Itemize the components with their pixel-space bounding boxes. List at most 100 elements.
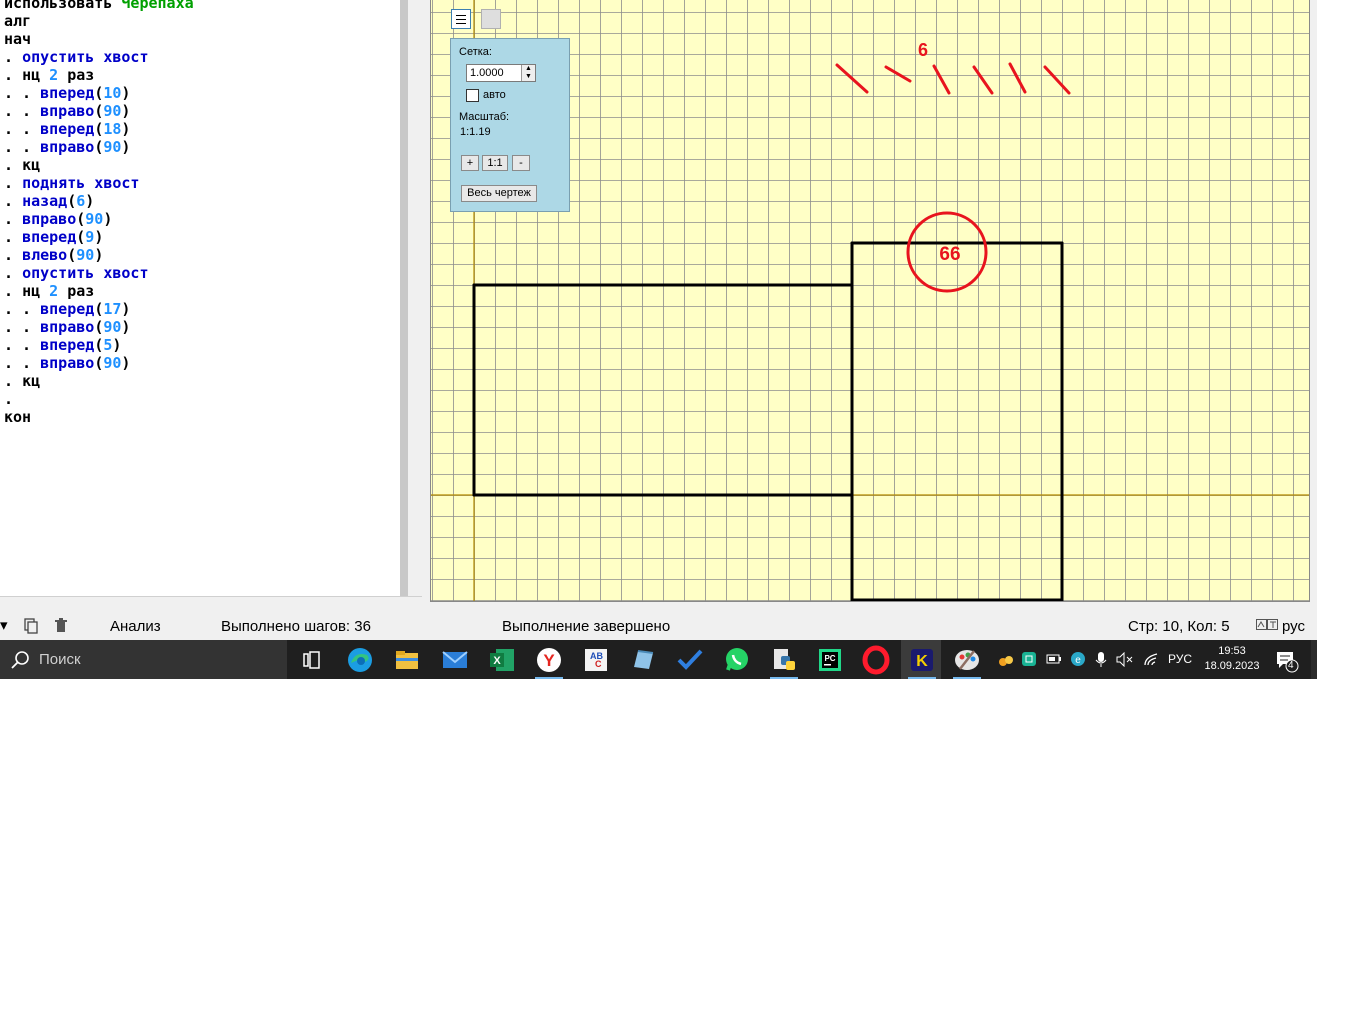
file-explorer-icon[interactable] [392, 645, 422, 675]
scale-value: 1:1.19 [460, 126, 491, 138]
code-line[interactable]: . кц [4, 372, 40, 390]
code-token: 90 [103, 354, 122, 372]
edge-icon[interactable] [345, 645, 375, 675]
code-token: 90 [103, 102, 122, 120]
scale-label: Масштаб: [459, 111, 510, 123]
code-line[interactable]: . влево(90) [4, 246, 103, 264]
pycharm-icon[interactable]: PC [815, 645, 845, 675]
code-line[interactable]: . назад(6) [4, 192, 94, 210]
code-token: ) [112, 336, 122, 354]
annotation-label-top: 6 [918, 40, 928, 60]
code-token: вправо [40, 318, 95, 336]
code-token: 17 [103, 300, 122, 318]
code-line[interactable]: алг [4, 12, 31, 30]
toolbar-button[interactable] [481, 9, 501, 29]
excel-icon[interactable]: X [487, 645, 517, 675]
code-line[interactable]: . опустить хвост [4, 264, 149, 282]
code-token: . [4, 192, 23, 210]
grid-value-input[interactable]: 1.0000 ▲ ▼ [466, 64, 536, 82]
trash-icon[interactable] [54, 618, 68, 633]
code-line[interactable]: . . вправо(90) [4, 138, 130, 156]
battery-icon[interactable] [1046, 652, 1062, 666]
code-token: 2 [49, 66, 59, 84]
code-line[interactable]: . поднять хвост [4, 174, 139, 192]
copy-icon[interactable] [23, 618, 39, 634]
code-line[interactable]: . . вперед(10) [4, 84, 130, 102]
dropdown-icon[interactable]: ▾ [0, 616, 8, 634]
code-line[interactable]: кон [4, 408, 31, 426]
code-token: . . [4, 102, 41, 120]
code-line[interactable]: использовать Черепаха [4, 0, 194, 12]
code-token: ) [94, 246, 104, 264]
yandex-browser-icon[interactable]: Y [534, 645, 564, 675]
code-line[interactable]: . . вперед(17) [4, 300, 130, 318]
zoom-in-button[interactable]: + [461, 155, 479, 171]
code-token: ( [94, 102, 104, 120]
annotation-tick [1008, 62, 1027, 94]
steps-counter: Выполнено шагов: 36 [221, 618, 371, 635]
code-line[interactable]: . [4, 390, 13, 408]
kumir-icon[interactable]: K [907, 645, 937, 675]
tray-language[interactable]: РУС [1168, 652, 1192, 666]
code-token: ) [121, 138, 131, 156]
clock[interactable]: 19:53 18.09.2023 [1204, 644, 1260, 674]
code-token: ( [67, 246, 77, 264]
code-token: . . [4, 120, 41, 138]
code-token: поднять хвост [22, 174, 140, 192]
annotation-tick [835, 63, 869, 94]
taskbar-search-box[interactable]: Поиск [0, 640, 287, 679]
svg-text:Y: Y [543, 651, 555, 670]
svg-text:C: C [595, 659, 602, 669]
whatsapp-icon[interactable] [722, 645, 752, 675]
opera-icon[interactable] [861, 645, 891, 675]
code-line[interactable]: . нц 2 раз [4, 66, 94, 84]
code-token: . [4, 282, 23, 300]
splitter[interactable] [408, 0, 422, 610]
mail-icon[interactable] [440, 645, 470, 675]
code-line[interactable]: . кц [4, 156, 40, 174]
code-editor[interactable]: использовать Черепаха алг нач. опустить хв… [0, 0, 400, 596]
speaker-muted-icon[interactable] [1116, 652, 1134, 667]
grid-spinner[interactable]: ▲ ▼ [521, 65, 535, 81]
paint-icon[interactable] [952, 645, 982, 675]
zoom-out-button[interactable]: - [512, 155, 530, 171]
python-icon[interactable] [769, 645, 799, 675]
editor-scrollbar[interactable] [400, 0, 408, 596]
keyboard-language: рус [1282, 618, 1306, 635]
zoom-reset-button[interactable]: 1:1 [482, 155, 508, 171]
task-view-icon[interactable] [297, 645, 327, 675]
abc-net-icon[interactable]: AB C [581, 645, 611, 675]
code-line[interactable]: . . вправо(90) [4, 102, 130, 120]
code-line[interactable]: . опустить хвост [4, 48, 149, 66]
code-line[interactable]: нач [4, 30, 31, 48]
code-line[interactable]: . вперед(9) [4, 228, 103, 246]
search-icon [11, 651, 29, 669]
code-token: . [4, 174, 23, 192]
code-token: кон [4, 408, 32, 426]
code-token: опустить хвост [22, 264, 149, 282]
show-desktop-button[interactable] [1311, 640, 1317, 679]
tray-app-icon[interactable] [998, 652, 1014, 668]
code-token: . [4, 372, 23, 390]
code-token: вправо [40, 354, 95, 372]
tray-edge-icon[interactable]: e [1070, 651, 1086, 667]
code-line[interactable]: . . вправо(90) [4, 354, 130, 372]
auto-checkbox[interactable] [466, 89, 479, 102]
grid-settings-panel: Сетка: 1.0000 ▲ ▼ авто Масштаб: 1:1.19 + … [450, 38, 570, 212]
code-line[interactable]: . нц 2 раз [4, 282, 94, 300]
drawing-menu-button[interactable] [451, 9, 471, 29]
code-line[interactable]: . . вперед(18) [4, 120, 130, 138]
annotation-tick [884, 65, 912, 83]
code-token: вперед [40, 120, 95, 138]
tray-green-icon[interactable] [1021, 651, 1037, 667]
whole-drawing-button[interactable]: Весь чертеж [461, 185, 537, 202]
notepad-icon[interactable] [628, 645, 658, 675]
wifi-icon[interactable] [1142, 651, 1160, 667]
code-line[interactable]: . . вправо(90) [4, 318, 130, 336]
code-token: ( [94, 354, 104, 372]
code-line[interactable]: . . вперед(5) [4, 336, 121, 354]
todo-icon[interactable] [675, 645, 705, 675]
code-line[interactable]: . вправо(90) [4, 210, 112, 228]
microphone-icon[interactable] [1094, 651, 1108, 668]
code-token: . [4, 228, 23, 246]
